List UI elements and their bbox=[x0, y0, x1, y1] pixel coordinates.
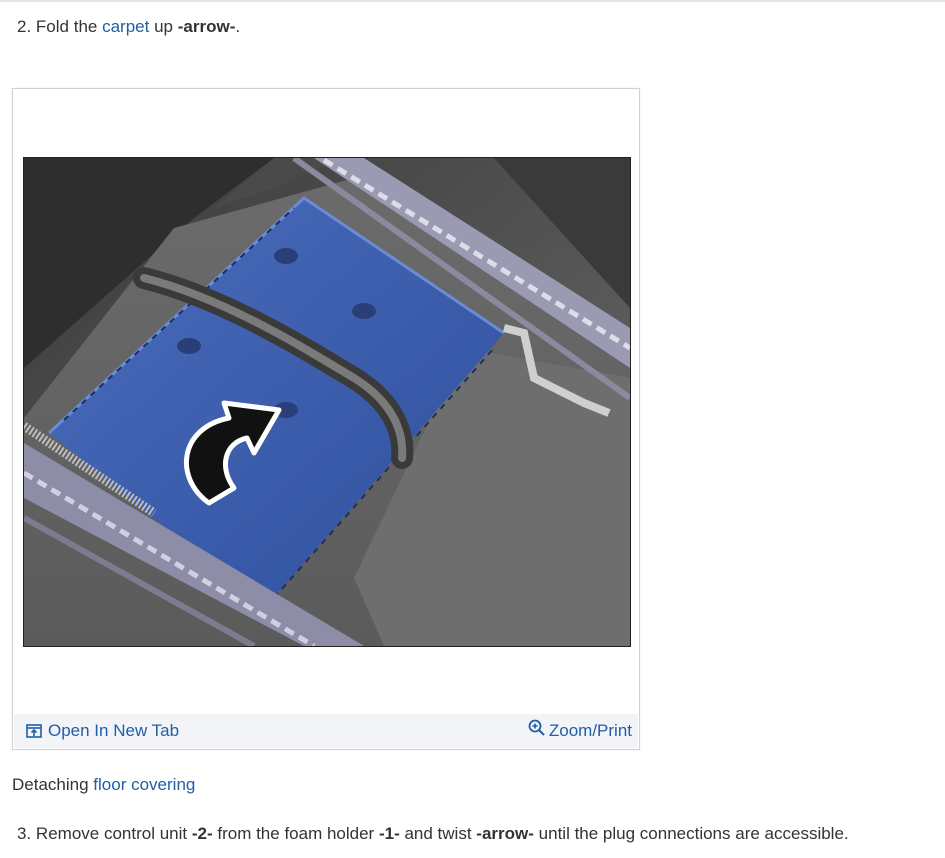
open-in-new-tab-button[interactable]: Open In New Tab bbox=[26, 721, 179, 741]
figure-caption: Detaching floor covering bbox=[12, 774, 195, 796]
carpet-fold-illustration[interactable] bbox=[23, 157, 631, 647]
step-text: . bbox=[235, 17, 241, 36]
arrow-reference: -arrow- bbox=[177, 17, 236, 36]
step-text: up bbox=[154, 17, 173, 36]
step-text: Remove control unit bbox=[35, 824, 188, 843]
floor-covering-link[interactable]: floor covering bbox=[93, 775, 195, 794]
zoom-print-label: Zoom/Print bbox=[548, 721, 632, 740]
foam-holder-reference: -1- bbox=[378, 824, 400, 843]
step-text: and twist bbox=[404, 824, 472, 843]
carpet-link[interactable]: carpet bbox=[102, 17, 149, 36]
step-number: 2. bbox=[17, 17, 32, 36]
caption-text: Detaching bbox=[12, 775, 89, 794]
step-text: until the plug connections are accessibl… bbox=[538, 824, 849, 843]
zoom-in-icon bbox=[528, 719, 545, 736]
step-number: 3. bbox=[17, 824, 32, 843]
arrow-reference: -arrow- bbox=[476, 824, 534, 843]
figure-container: Open In New Tab Zoom/Print bbox=[12, 88, 640, 750]
figure-toolbar: Open In New Tab Zoom/Print bbox=[14, 714, 638, 748]
step-2-text: 2. Fold the carpet up -arrow-. bbox=[17, 16, 240, 38]
control-unit-reference: -2- bbox=[191, 824, 213, 843]
step-text: Fold the bbox=[35, 17, 98, 36]
illustration-drawing bbox=[24, 158, 630, 646]
step-text: from the foam holder bbox=[217, 824, 375, 843]
open-in-new-tab-label: Open In New Tab bbox=[48, 721, 180, 740]
step-3-text: 3. Remove control unit -2- from the foam… bbox=[17, 823, 849, 845]
zoom-print-button[interactable]: Zoom/Print bbox=[528, 719, 632, 741]
open-in-new-tab-icon bbox=[26, 724, 42, 738]
top-divider bbox=[0, 0, 945, 2]
